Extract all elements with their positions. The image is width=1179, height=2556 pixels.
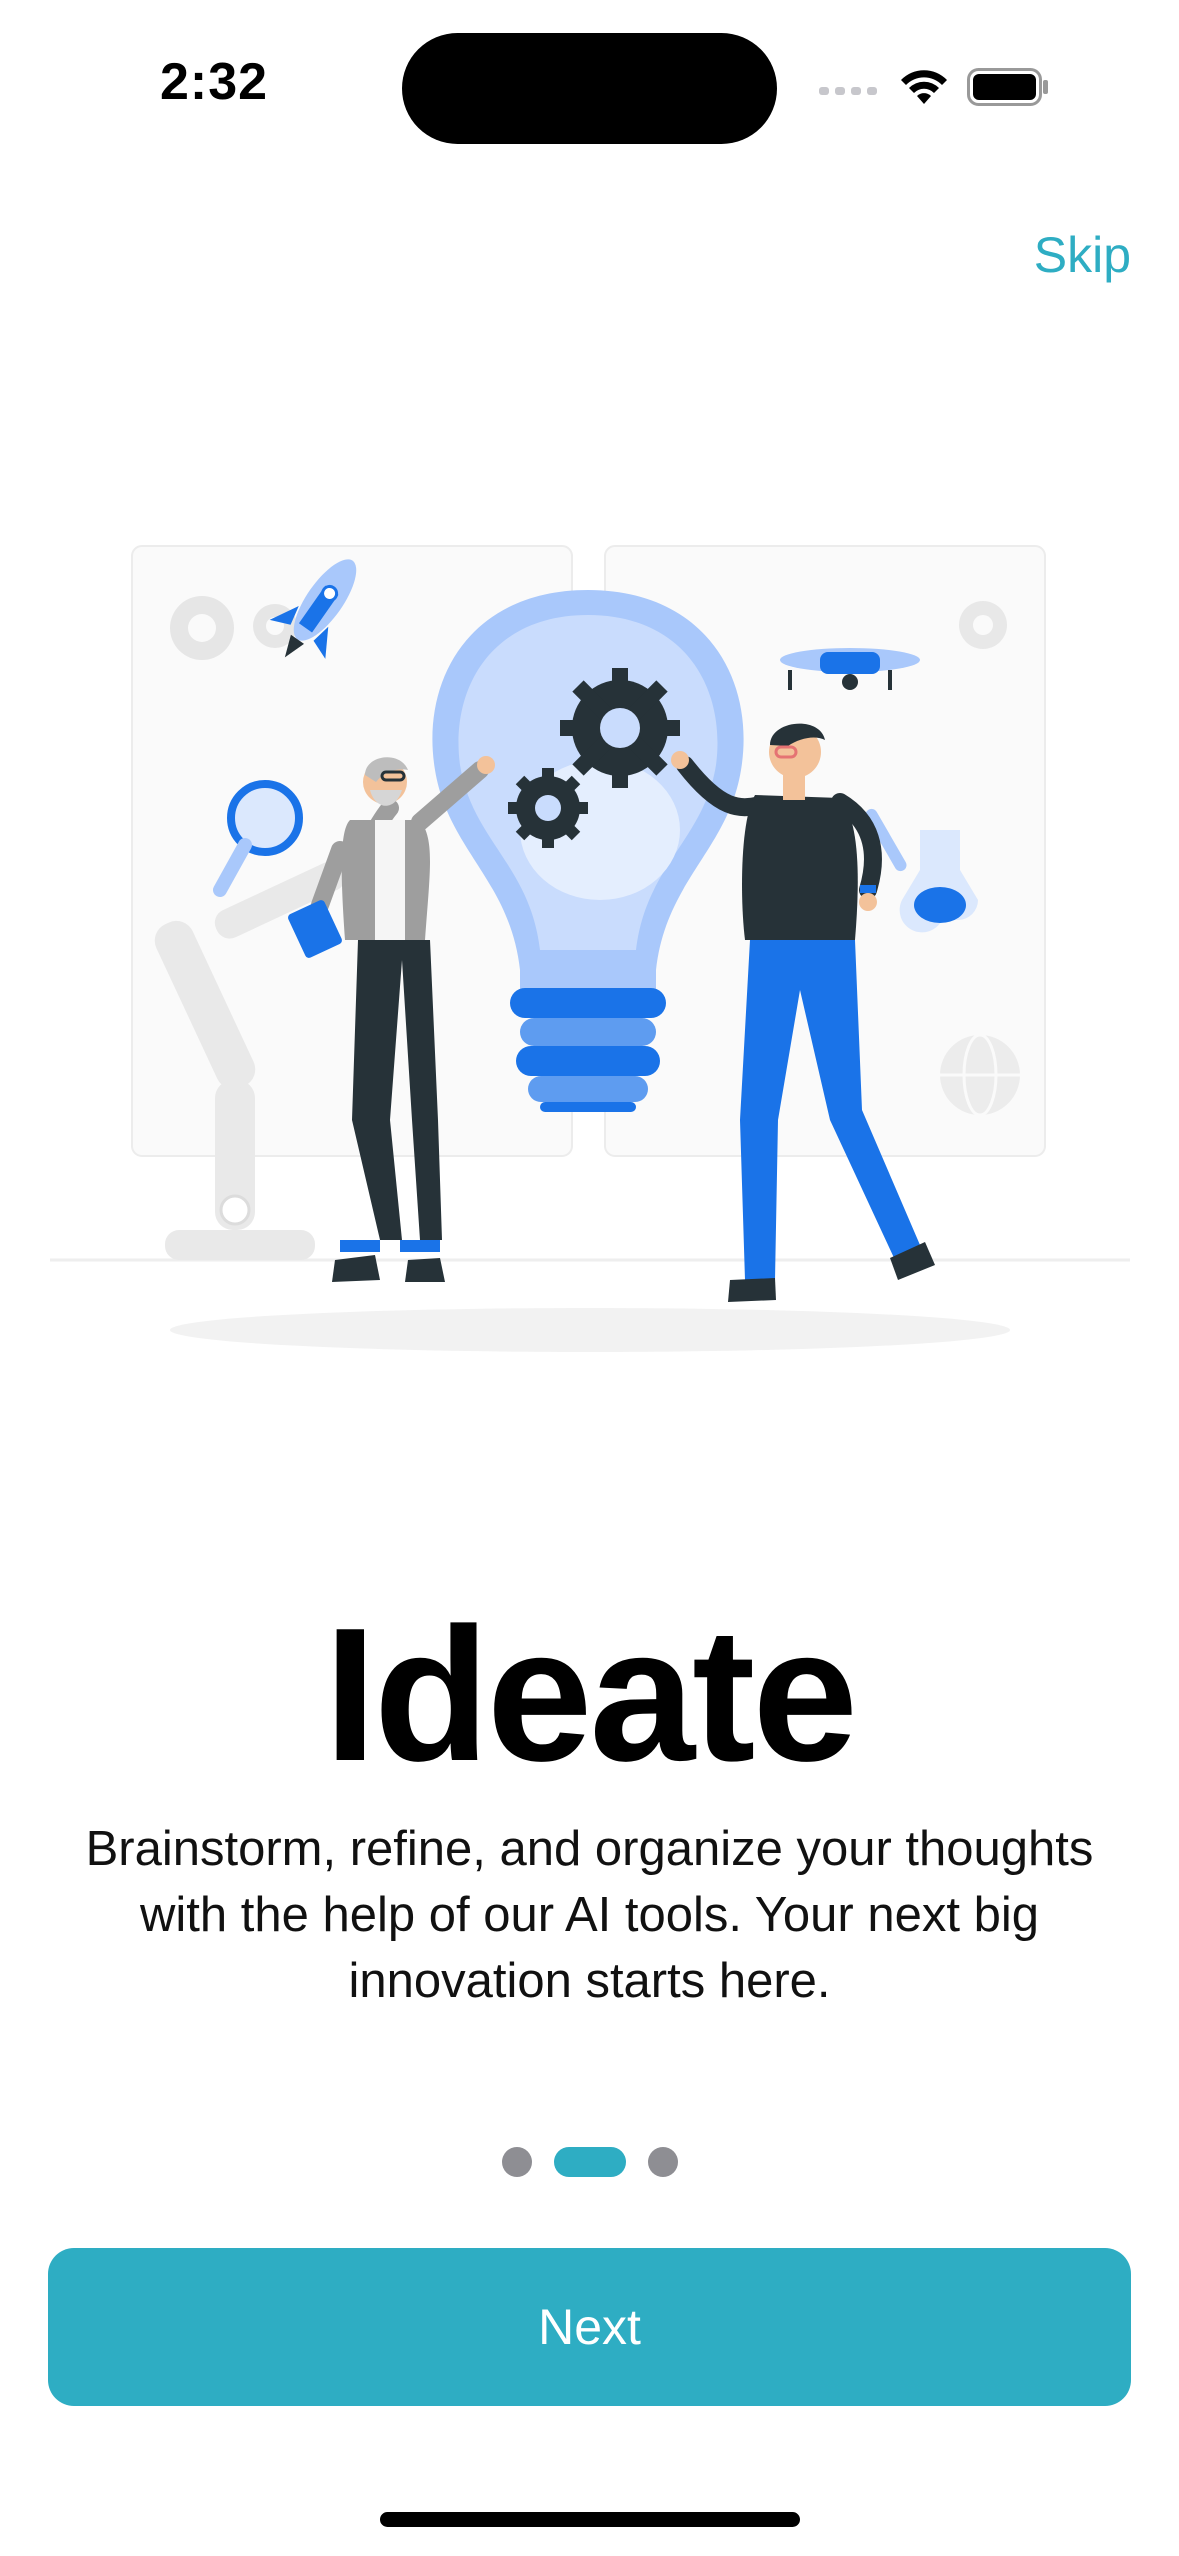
next-button-label: Next [538, 2299, 641, 2355]
battery-icon [967, 68, 1048, 106]
page-title: Ideate [323, 1589, 858, 1801]
home-indicator [380, 2512, 800, 2527]
status-icons [819, 62, 1079, 112]
page-dot-3[interactable] [647, 2147, 678, 2177]
ideate-illustration [50, 545, 1130, 1352]
page-dot-2-active[interactable] [553, 2147, 626, 2177]
next-button[interactable]: Next [48, 2248, 1131, 2406]
dynamic-island [402, 33, 777, 144]
status-time: 2:32 [160, 53, 269, 111]
signal-icon [819, 87, 877, 95]
skip-button[interactable]: Skip [1034, 226, 1131, 284]
page-description: Brainstorm, refine, and organize your th… [85, 1822, 1094, 2008]
page-dot-1[interactable] [501, 2147, 532, 2177]
page-indicator[interactable] [0, 2146, 1179, 2178]
onboarding-screen: 2:32 Skip Ideate Brainstorm, refine, and… [0, 0, 1179, 2556]
wifi-icon [901, 70, 947, 104]
